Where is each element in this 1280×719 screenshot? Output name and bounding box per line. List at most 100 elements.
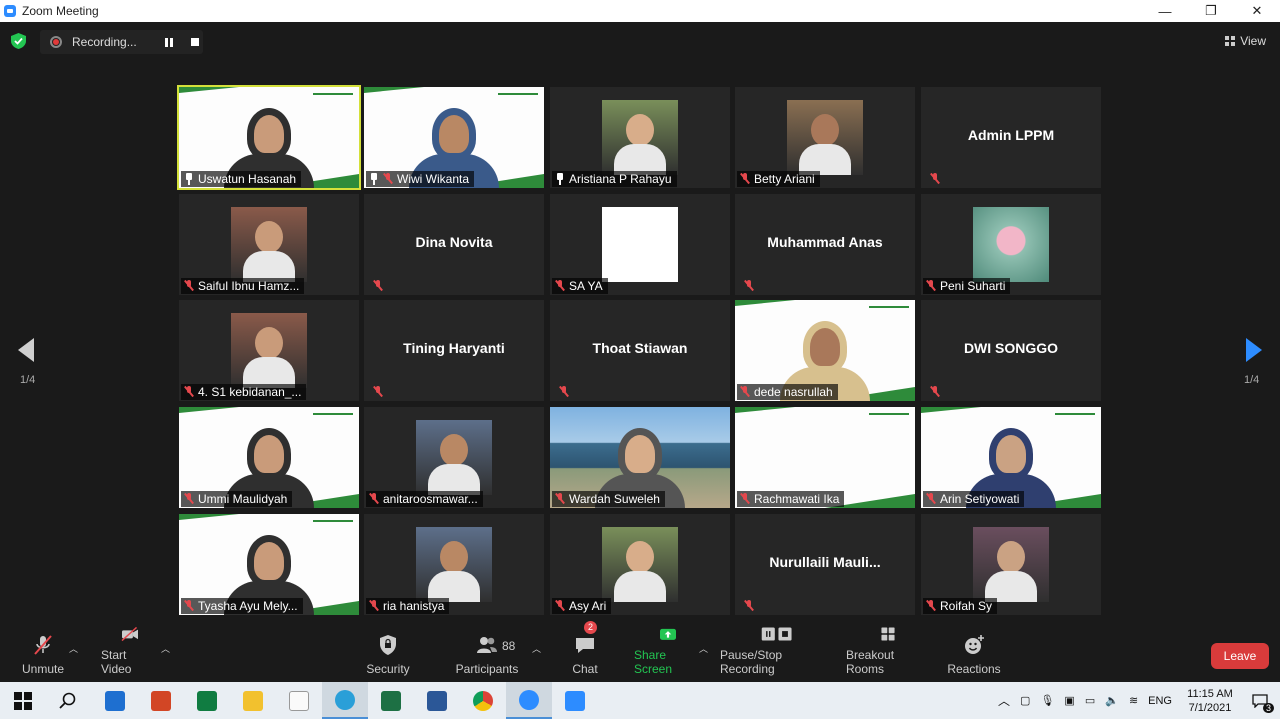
- participant-tile[interactable]: ria hanistya: [364, 514, 544, 615]
- clock-time: 11:15 AM: [1187, 687, 1233, 700]
- stop-recording-icon[interactable]: [190, 38, 199, 46]
- participant-tile[interactable]: Muhammad Anas: [735, 194, 915, 295]
- clock-date: 7/1/2021: [1188, 701, 1232, 714]
- reactions-button[interactable]: Reactions: [947, 626, 1001, 682]
- participant-tile[interactable]: Aristiana P Rahayu: [550, 87, 730, 188]
- participant-tile[interactable]: DWI SONGGO: [921, 300, 1101, 401]
- muted-mic-icon: [184, 386, 194, 398]
- participant-tile[interactable]: Thoat Stiawan: [550, 300, 730, 401]
- participant-tile[interactable]: Admin LPPM: [921, 87, 1101, 188]
- muted-mic-icon: [740, 173, 750, 185]
- tray-network-app-icon[interactable]: ▣: [1064, 694, 1074, 707]
- participant-tile[interactable]: Dina Novita: [364, 194, 544, 295]
- participants-options-caret-icon[interactable]: ︿: [532, 642, 541, 655]
- mail-icon[interactable]: [92, 682, 138, 719]
- muted-mic-icon: [926, 600, 936, 612]
- next-page-arrow-icon[interactable]: [1246, 338, 1262, 362]
- minimize-button[interactable]: —: [1142, 0, 1188, 22]
- audio-options-caret-icon[interactable]: ︿: [69, 642, 78, 655]
- muted-mic-icon: [383, 173, 393, 185]
- restore-button[interactable]: ❐: [1188, 0, 1234, 22]
- zoom-icon[interactable]: [506, 682, 552, 719]
- chat-button[interactable]: 2 Chat: [570, 621, 600, 682]
- edge-icon[interactable]: [322, 682, 368, 719]
- publisher-icon[interactable]: [184, 682, 230, 719]
- muted-mic-icon: [184, 280, 194, 292]
- muted-mic-icon: [555, 280, 565, 292]
- previous-page-arrow-icon[interactable]: [18, 338, 34, 362]
- recording-dot-icon: [50, 36, 62, 48]
- tray-app-icon[interactable]: ▢: [1020, 694, 1030, 707]
- zoom-meeting-icon[interactable]: [552, 682, 598, 719]
- participant-tile[interactable]: Saiful Ibnu Hamz...: [179, 194, 359, 295]
- pause-recording-icon[interactable]: [164, 37, 173, 47]
- participant-name: SA YA: [569, 279, 603, 293]
- participant-tile[interactable]: Wardah Suweleh: [550, 407, 730, 508]
- participant-tile[interactable]: Wiwi Wikanta: [364, 87, 544, 188]
- unmute-button[interactable]: Unmute: [22, 626, 64, 682]
- show-hidden-icons-chevron-icon[interactable]: ︿: [998, 692, 1010, 709]
- participant-tile[interactable]: Peni Suharti: [921, 194, 1101, 295]
- unmute-label: Unmute: [21, 662, 65, 676]
- pause-stop-icon: [761, 627, 792, 641]
- wifi-icon[interactable]: ≋: [1129, 694, 1138, 707]
- start-video-button[interactable]: Start Video: [101, 626, 159, 682]
- close-button[interactable]: ✕: [1234, 0, 1280, 22]
- leave-meeting-button[interactable]: Leave: [1211, 643, 1269, 669]
- participant-display-name: Nurullaili Mauli...: [769, 554, 881, 570]
- participant-tile[interactable]: Uswatun Hasanah: [177, 85, 361, 190]
- participants-button[interactable]: 88 Participants: [456, 626, 518, 682]
- participant-tile[interactable]: Rachmawati Ika: [735, 407, 915, 508]
- chrome-icon[interactable]: [460, 682, 506, 719]
- view-button[interactable]: View: [1225, 34, 1266, 48]
- participant-tile[interactable]: Arin Setiyowati: [921, 407, 1101, 508]
- reactions-smiley-icon: [965, 635, 984, 654]
- encryption-shield-icon[interactable]: [11, 33, 26, 49]
- participant-profile-photo: [416, 420, 492, 495]
- participant-tile[interactable]: Tyasha Ayu Mely...: [179, 514, 359, 615]
- microphone-tray-icon[interactable]: 🎙: [1040, 694, 1054, 707]
- notepad-icon[interactable]: [276, 682, 322, 719]
- breakout-rooms-button[interactable]: Breakout Rooms: [846, 626, 930, 682]
- muted-mic-icon: [930, 386, 940, 398]
- search-icon[interactable]: [45, 682, 91, 719]
- share-screen-button[interactable]: Share Screen: [634, 626, 702, 682]
- participant-tile[interactable]: SA YA: [550, 194, 730, 295]
- participant-tile[interactable]: 4. S1 kebidanan_...: [179, 300, 359, 401]
- share-options-caret-icon[interactable]: ︿: [699, 642, 708, 655]
- start-icon[interactable]: [0, 682, 46, 719]
- participant-name: Arin Setiyowati: [940, 492, 1020, 506]
- battery-icon[interactable]: ▭: [1085, 694, 1095, 707]
- participant-tile[interactable]: Nurullaili Mauli...: [735, 514, 915, 615]
- word-icon[interactable]: [414, 682, 460, 719]
- input-language[interactable]: ENG: [1148, 695, 1172, 707]
- participant-tile[interactable]: Asy Ari: [550, 514, 730, 615]
- volume-icon[interactable]: 🔈: [1105, 694, 1119, 707]
- muted-mic-icon: [555, 600, 565, 612]
- participant-name: Tyasha Ayu Mely...: [198, 599, 298, 613]
- participant-profile-photo: [416, 527, 492, 602]
- participant-tile[interactable]: Tining Haryanti: [364, 300, 544, 401]
- powerpoint-icon[interactable]: [138, 682, 184, 719]
- participant-tile[interactable]: Ummi Maulidyah: [179, 407, 359, 508]
- view-label: View: [1240, 34, 1266, 48]
- file-explorer-icon[interactable]: [230, 682, 276, 719]
- muted-mic-icon: [184, 600, 194, 612]
- security-button[interactable]: Security: [366, 626, 410, 682]
- participant-name-label: Aristiana P Rahayu: [552, 171, 677, 187]
- muted-mic-icon: [744, 280, 754, 292]
- participant-tile[interactable]: Roifah Sy: [921, 514, 1101, 615]
- window-titlebar: Zoom Meeting — ❐ ✕: [0, 0, 1280, 22]
- participant-name-label: Uswatun Hasanah: [181, 171, 302, 187]
- participants-label: Participants: [455, 662, 519, 676]
- muted-mic-icon: [930, 173, 940, 185]
- participant-tile[interactable]: Betty Ariani: [735, 87, 915, 188]
- pause-stop-recording-button[interactable]: Pause/Stop Recording: [720, 626, 834, 682]
- action-center-icon[interactable]: 3: [1240, 682, 1280, 719]
- taskbar-clock[interactable]: 11:15 AM 7/1/2021: [1180, 687, 1240, 715]
- share-screen-arrow-icon: [660, 628, 676, 640]
- excel-icon[interactable]: [368, 682, 414, 719]
- participant-tile[interactable]: dede nasrullah: [735, 300, 915, 401]
- video-options-caret-icon[interactable]: ︿: [161, 642, 170, 655]
- participant-tile[interactable]: anitaroosmawar...: [364, 407, 544, 508]
